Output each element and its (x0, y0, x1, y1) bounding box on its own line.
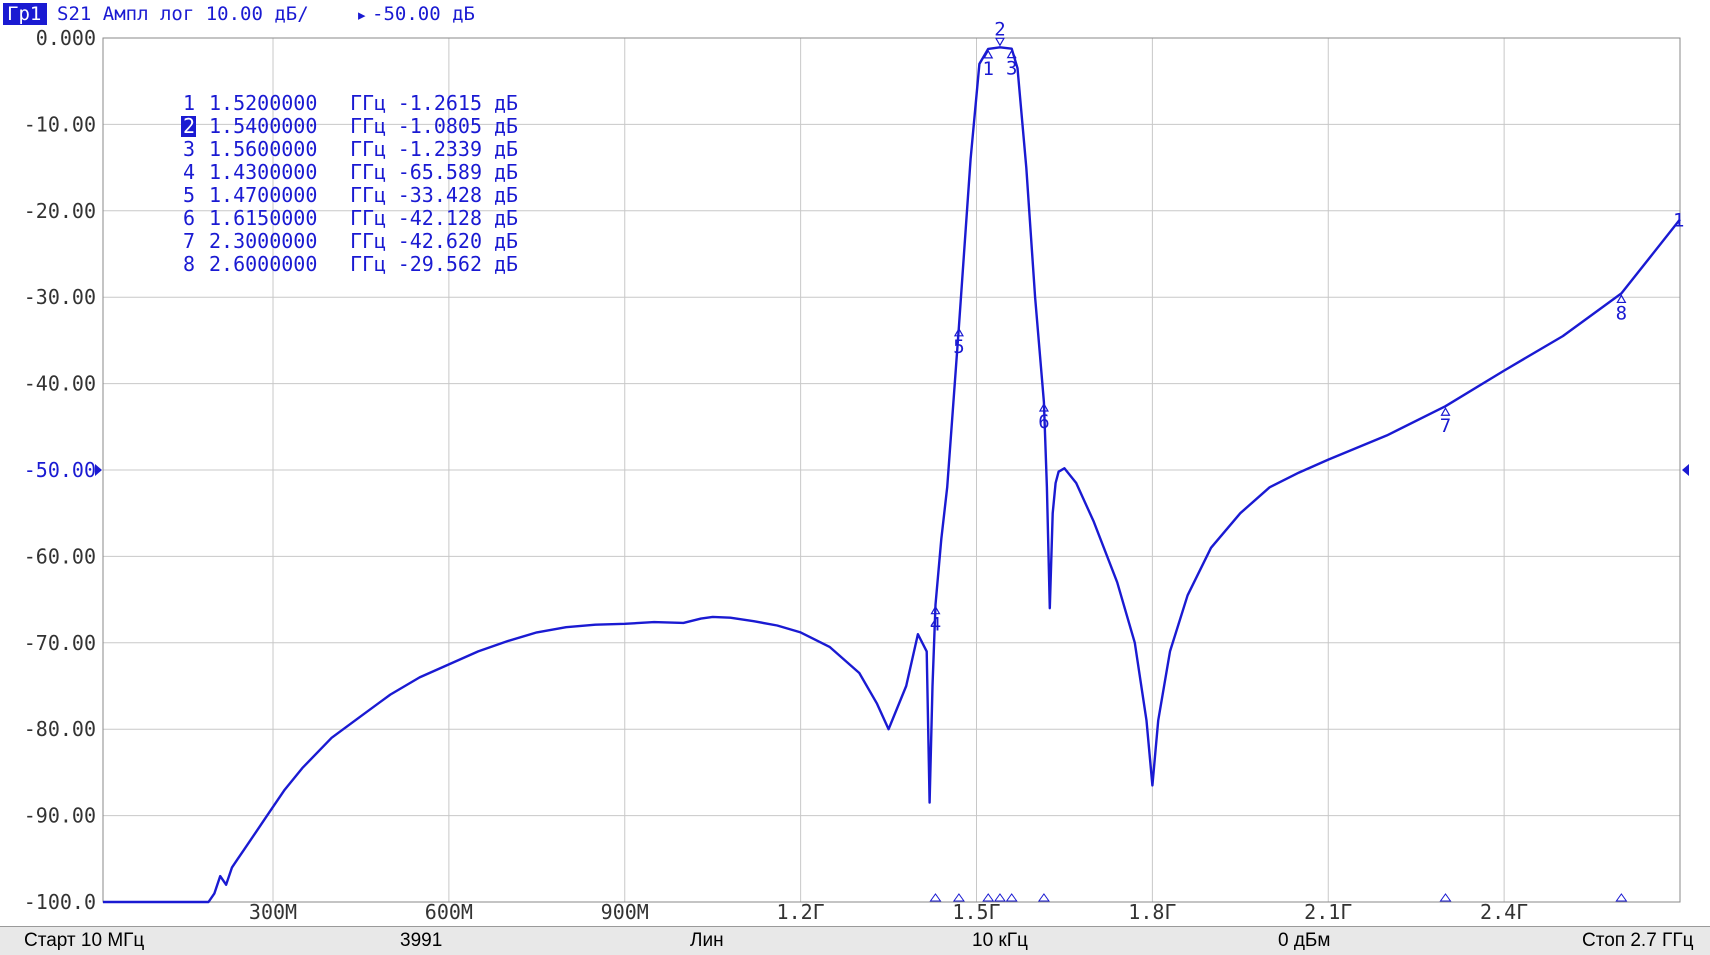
y-tick-label: -50.00 (24, 458, 96, 482)
y-tick-label: 0.000 (36, 26, 96, 50)
x-tick-label: 1.2Г (777, 900, 825, 924)
trace-info: S21 Ампл лог 10.00 дБ/ (57, 3, 309, 25)
ref-level-text: -50.00 дБ (372, 3, 475, 25)
marker-table-number[interactable]: 5 (183, 183, 195, 207)
stop-frequency[interactable]: Стоп 2.7 ГГц (1582, 930, 1694, 952)
marker-table-frequency-unit[interactable]: ГГц (350, 229, 386, 253)
marker-label[interactable]: 7 (1440, 415, 1451, 437)
marker-table-value-unit[interactable]: дБ (494, 183, 518, 207)
x-tick-label: 2.1Г (1304, 900, 1352, 924)
marker-table-frequency-unit[interactable]: ГГц (350, 114, 386, 138)
marker-table-value[interactable]: -65.589 (398, 160, 482, 184)
marker-table-value-unit[interactable]: дБ (494, 91, 518, 115)
marker-label[interactable]: 4 (930, 614, 941, 636)
marker-table-frequency[interactable]: 1.5400000 (209, 114, 317, 138)
marker-table-value-unit[interactable]: дБ (494, 206, 518, 230)
marker-table-frequency-unit[interactable]: ГГц (350, 160, 386, 184)
x-tick-label: 1.5Г (952, 900, 1000, 924)
x-tick-label: 2.4Г (1480, 900, 1528, 924)
marker-table-frequency[interactable]: 1.5200000 (209, 91, 317, 115)
marker-label[interactable]: 1 (983, 58, 994, 80)
sweep-type[interactable]: Лин (690, 930, 724, 952)
marker-label[interactable]: 6 (1038, 411, 1049, 433)
marker-table-frequency-unit[interactable]: ГГц (350, 206, 386, 230)
y-tick-label: -100.0 (24, 890, 96, 914)
y-tick-label: -80.00 (24, 717, 96, 741)
trace-end-label: 1 (1673, 209, 1684, 231)
marker-table-number[interactable]: 3 (183, 137, 195, 161)
y-tick-label: -20.00 (24, 199, 96, 223)
marker-table-value-unit[interactable]: дБ (494, 137, 518, 161)
ref-level-arrow-icon: ▸ (358, 6, 366, 24)
marker-table-frequency[interactable]: 1.4300000 (209, 160, 317, 184)
y-tick-label: -40.00 (24, 372, 96, 396)
marker-table-value-unit[interactable]: дБ (494, 252, 518, 276)
marker-label[interactable]: 2 (994, 18, 1005, 40)
marker-label[interactable]: 8 (1616, 302, 1627, 324)
y-tick-label: -10.00 (24, 112, 96, 136)
status-bar: Старт 10 МГц 3991 Лин 10 кГц 0 дБм Стоп … (0, 926, 1710, 955)
marker-table-frequency[interactable]: 1.5600000 (209, 137, 317, 161)
marker-table-frequency[interactable]: 1.6150000 (209, 206, 317, 230)
x-tick-label: 900М (601, 900, 649, 924)
marker-table-frequency-unit[interactable]: ГГц (350, 252, 386, 276)
output-power[interactable]: 0 дБм (1278, 930, 1330, 952)
analyzer-display: Гр1 S21 Ампл лог 10.00 дБ/ ▸ -50.00 дБ 0… (0, 0, 1710, 926)
y-tick-label: -60.00 (24, 544, 96, 568)
marker-table-frequency-unit[interactable]: ГГц (350, 91, 386, 115)
marker-table-number[interactable]: 2 (183, 114, 195, 138)
x-tick-label: 600М (425, 900, 473, 924)
marker-table-value[interactable]: -29.562 (398, 252, 482, 276)
marker-table-value[interactable]: -33.428 (398, 183, 482, 207)
marker-table-number[interactable]: 6 (183, 206, 195, 230)
marker-table-number[interactable]: 7 (183, 229, 195, 253)
y-tick-label: -30.00 (24, 285, 96, 309)
marker-table-value[interactable]: -1.2339 (398, 137, 482, 161)
marker-table-value[interactable]: -42.620 (398, 229, 482, 253)
marker-table-frequency[interactable]: 2.6000000 (209, 252, 317, 276)
marker-table-value[interactable]: -1.2615 (398, 91, 482, 115)
marker-table-frequency[interactable]: 2.3000000 (209, 229, 317, 253)
marker-table-value-unit[interactable]: дБ (494, 229, 518, 253)
marker-table-value[interactable]: -1.0805 (398, 114, 482, 138)
marker-table-value-unit[interactable]: дБ (494, 160, 518, 184)
marker-table-number[interactable]: 1 (183, 91, 195, 115)
marker-table-frequency-unit[interactable]: ГГц (350, 183, 386, 207)
marker-table-value[interactable]: -42.128 (398, 206, 482, 230)
marker-table-frequency[interactable]: 1.4700000 (209, 183, 317, 207)
if-bandwidth[interactable]: 10 кГц (972, 930, 1028, 952)
trace-tag[interactable]: Гр1 (7, 3, 41, 25)
marker-table: 1 1.5200000 ГГц -1.2615 дБ 2 1.5400000 ГГц -1.08… (181, 91, 518, 276)
marker-table-number[interactable]: 8 (183, 252, 195, 276)
marker-table-value-unit[interactable]: дБ (494, 114, 518, 138)
y-tick-label: -70.00 (24, 631, 96, 655)
y-tick-label: -90.00 (24, 804, 96, 828)
marker-table-frequency-unit[interactable]: ГГц (350, 137, 386, 161)
marker-label[interactable]: 5 (953, 336, 964, 358)
sweep-points[interactable]: 3991 (400, 930, 442, 952)
x-tick-label: 1.8Г (1128, 900, 1176, 924)
x-tick-label: 300М (249, 900, 297, 924)
marker-table-number[interactable]: 4 (183, 160, 195, 184)
start-frequency[interactable]: Старт 10 МГц (24, 930, 144, 952)
marker-label[interactable]: 3 (1006, 58, 1017, 80)
